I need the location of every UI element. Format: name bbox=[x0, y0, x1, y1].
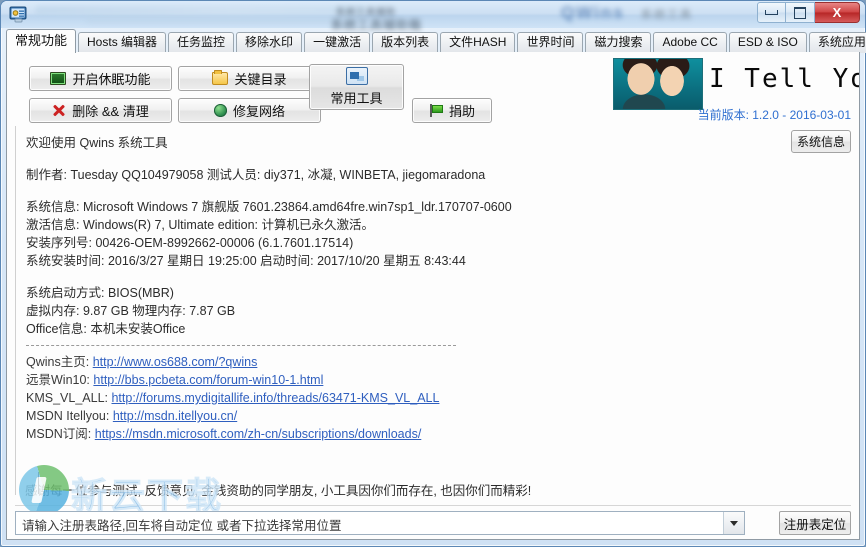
brand-title: I Tell You bbox=[709, 64, 859, 94]
tab-remove-watermark[interactable]: 移除水印 bbox=[236, 32, 303, 53]
link-row-kms: KMS_VL_ALL: http://forums.mydigitallife.… bbox=[26, 389, 859, 407]
tab-world-time[interactable]: 世界时间 bbox=[517, 32, 584, 53]
tab-content-panel: 开启休眠功能 删除 && 清理 关键目录 修复网络 常用工具 捐助 I Tell… bbox=[6, 52, 860, 540]
registry-path-combobox[interactable]: 请输入注册表路径,回车将自动定位 或者下拉选择常用位置 bbox=[15, 511, 745, 535]
link-row-msdn: MSDN订阅: https://msdn.microsoft.com/zh-cn… bbox=[26, 425, 859, 443]
maximize-button[interactable] bbox=[786, 2, 815, 23]
chevron-down-icon bbox=[730, 520, 738, 526]
bottom-divider bbox=[15, 505, 851, 506]
tab-general[interactable]: 常规功能 bbox=[6, 29, 77, 53]
flag-icon bbox=[429, 104, 443, 117]
memory-text: 虚拟内存: 9.87 GB 物理内存: 7.87 GB bbox=[26, 304, 236, 318]
tab-version-list[interactable]: 版本列表 bbox=[372, 32, 439, 53]
minimize-button[interactable] bbox=[757, 2, 786, 23]
repair-network-label: 修复网络 bbox=[232, 104, 285, 119]
link-label-qwins: Qwins主页: bbox=[26, 355, 90, 369]
registry-path-placeholder: 请输入注册表路径,回车将自动定位 或者下拉选择常用位置 bbox=[22, 519, 342, 533]
title-bar: 系统工具辅助 系统工具辅助箱 QWins 系统工具 X bbox=[1, 1, 865, 32]
author-text: 制作者: Tuesday QQ104979058 测试人员: diy371, 冰… bbox=[26, 168, 486, 182]
tab-adobe-cc[interactable]: Adobe CC bbox=[653, 32, 727, 53]
title-overlay-text-4: 系统工具 bbox=[641, 9, 693, 21]
link-label-msdn: MSDN订阅: bbox=[26, 427, 92, 441]
donate-button[interactable]: 捐助 bbox=[412, 98, 492, 123]
tab-one-key-activate[interactable]: 一键激活 bbox=[304, 32, 371, 53]
link-label-kms: KMS_VL_ALL: bbox=[26, 391, 108, 405]
welcome-text: 欢迎使用 Qwins 系统工具 bbox=[26, 136, 168, 150]
tab-hosts-editor[interactable]: Hosts 编辑器 bbox=[78, 32, 167, 53]
link-pcbeta-win10[interactable]: http://bbs.pcbeta.com/forum-win10-1.html bbox=[93, 373, 323, 387]
window-subtitle-blurred bbox=[86, 18, 356, 23]
link-msdn-itellyou[interactable]: http://msdn.itellyou.cn/ bbox=[113, 409, 237, 423]
link-row-pcbeta: 远景Win10: http://bbs.pcbeta.com/forum-win… bbox=[26, 371, 859, 389]
link-label-itellyou: MSDN Itellyou: bbox=[26, 409, 110, 423]
link-label-pcbeta: 远景Win10: bbox=[26, 373, 90, 387]
tab-task-monitor[interactable]: 任务监控 bbox=[168, 32, 235, 53]
link-msdn-subscriptions[interactable]: https://msdn.microsoft.com/zh-cn/subscri… bbox=[95, 427, 422, 441]
tab-file-hash[interactable]: 文件HASH bbox=[440, 32, 516, 53]
link-row-qwins: Qwins主页: http://www.os688.com/?qwins bbox=[26, 353, 859, 371]
maximize-icon bbox=[794, 6, 806, 19]
text-caret bbox=[38, 472, 39, 494]
monitor-icon bbox=[50, 72, 67, 85]
registry-path-dropdown-button[interactable] bbox=[723, 512, 744, 534]
thanks-text: 感谢每一位参与测试, 反馈意见, 金钱资助的同学朋友, 小工具因你们而存在, 也… bbox=[25, 484, 532, 498]
link-qwins-home[interactable]: http://www.os688.com/?qwins bbox=[93, 355, 258, 369]
link-kms-vl-all[interactable]: http://forums.mydigitallife.info/threads… bbox=[111, 391, 439, 405]
folder-icon bbox=[212, 70, 229, 85]
key-directories-button[interactable]: 关键目录 bbox=[178, 66, 321, 91]
tab-magnet-search[interactable]: 磁力搜索 bbox=[585, 32, 652, 53]
version-label: 当前版本: 1.2.0 - 2016-03-01 bbox=[697, 108, 851, 122]
enable-hibernation-button[interactable]: 开启休眠功能 bbox=[29, 66, 172, 91]
title-overlay-text-3: QWins bbox=[561, 3, 625, 22]
application-window: 系统工具辅助 系统工具辅助箱 QWins 系统工具 X 常规功能 Hosts 编… bbox=[0, 0, 866, 547]
brand-banner: I Tell You 当前版本: 1.2.0 - 2016-03-01 bbox=[613, 58, 859, 122]
system-information-panel: 欢迎使用 Qwins 系统工具 制作者: Tuesday QQ104979058… bbox=[15, 126, 859, 495]
minimize-icon bbox=[765, 10, 778, 15]
window-controls: X bbox=[757, 2, 860, 23]
common-tools-label: 常用工具 bbox=[330, 91, 383, 106]
tab-bar: 常规功能 Hosts 编辑器 任务监控 移除水印 一键激活 版本列表 文件HAS… bbox=[6, 29, 866, 53]
serial-number-text: 安装序列号: 00426-OEM-8992662-00006 (6.1.7601… bbox=[26, 236, 354, 250]
app-monitor-icon bbox=[9, 6, 27, 23]
delete-and-clean-button[interactable]: 删除 && 清理 bbox=[29, 98, 172, 123]
close-button[interactable]: X bbox=[815, 2, 860, 23]
office-info-text: Office信息: 本机未安装Office bbox=[26, 322, 186, 336]
banner-photo bbox=[613, 58, 703, 110]
delete-and-clean-label: 删除 && 清理 bbox=[72, 104, 149, 119]
boot-mode-text: 系统启动方式: BIOS(MBR) bbox=[26, 286, 174, 300]
enable-hibernation-label: 开启休眠功能 bbox=[72, 72, 151, 87]
donate-label: 捐助 bbox=[448, 104, 475, 119]
key-directories-label: 关键目录 bbox=[234, 72, 287, 87]
window-title-blurred bbox=[35, 6, 365, 15]
red-x-icon bbox=[52, 104, 66, 117]
tab-system-apps[interactable]: 系统应用 bbox=[808, 32, 866, 53]
registry-locate-button[interactable]: 注册表定位 bbox=[779, 511, 851, 535]
link-row-itellyou: MSDN Itellyou: http://msdn.itellyou.cn/ bbox=[26, 407, 859, 425]
activation-info-text: 激活信息: Windows(R) 7, Ultimate edition: 计算… bbox=[26, 218, 374, 232]
os-info-text: 系统信息: Microsoft Windows 7 旗舰版 7601.23864… bbox=[26, 200, 512, 214]
globe-icon bbox=[213, 104, 227, 117]
common-tools-button[interactable]: 常用工具 bbox=[309, 64, 404, 110]
tab-esd-iso[interactable]: ESD & ISO bbox=[728, 32, 807, 53]
toolbox-icon bbox=[345, 67, 368, 85]
install-time-text: 系统安装时间: 2016/3/27 星期日 19:25:00 启动时间: 201… bbox=[26, 254, 466, 268]
repair-network-button[interactable]: 修复网络 bbox=[178, 98, 321, 123]
divider bbox=[26, 345, 456, 346]
